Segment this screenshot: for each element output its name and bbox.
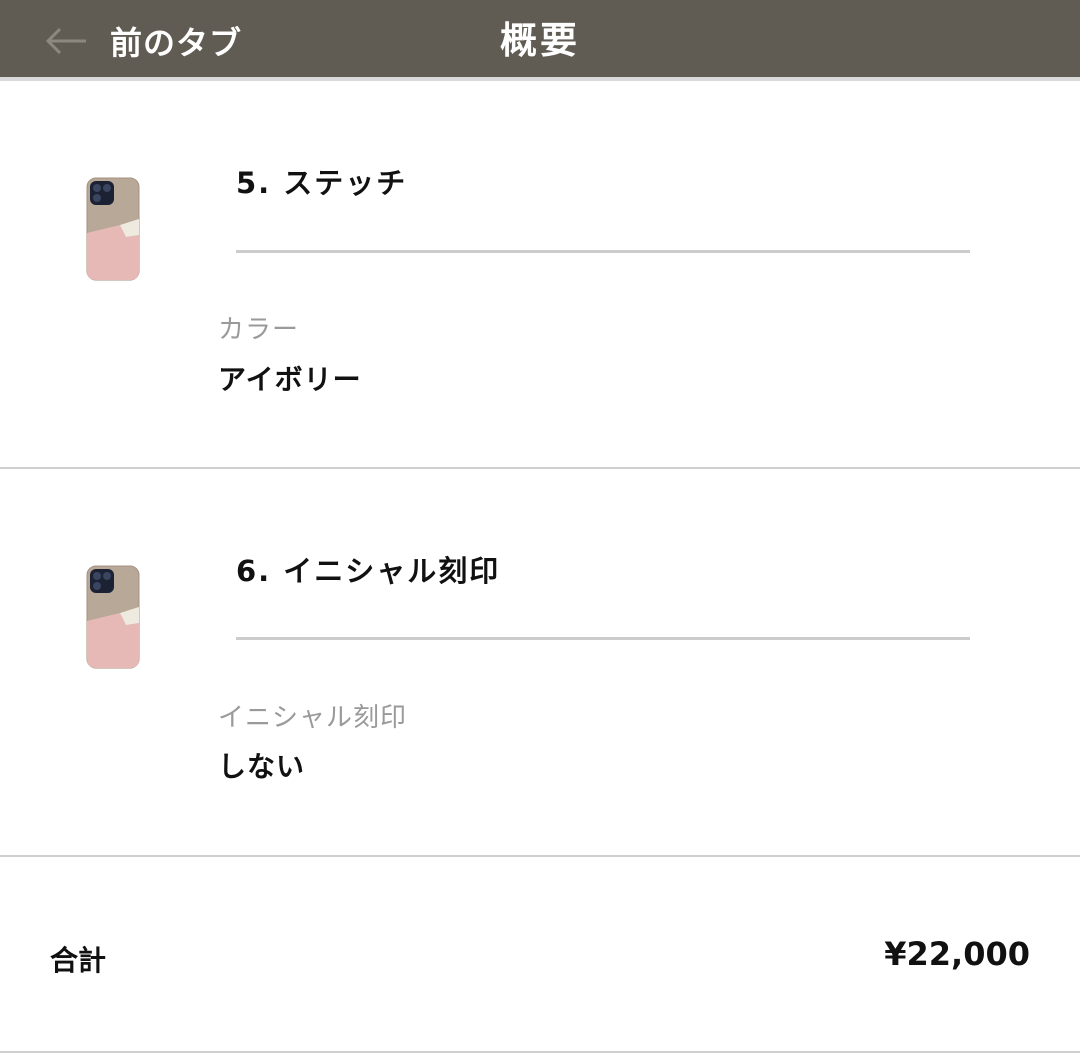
total-label: 合計 — [50, 944, 107, 977]
summary-step-initial-engraving: 6. イニシャル刻印 イニシャル刻印 しない — [0, 469, 1080, 857]
divider — [236, 250, 970, 253]
option-value: アイボリー — [218, 363, 362, 396]
step-title: 6. イニシャル刻印 — [236, 554, 501, 588]
total-row: 合計 ¥22,000 — [0, 857, 1080, 1053]
summary-step-stitch: 5. ステッチ カラー アイボリー — [0, 85, 1080, 469]
top-navigation-bar: 前のタブ 概要 — [0, 0, 1080, 81]
option-value: しない — [218, 750, 306, 783]
phone-case-thumbnail — [86, 177, 140, 281]
option-label: イニシャル刻印 — [218, 703, 408, 733]
page-title: 概要 — [500, 19, 580, 62]
phone-case-thumbnail — [86, 565, 140, 669]
total-price: ¥22,000 — [884, 935, 1030, 973]
step-title: 5. ステッチ — [236, 166, 408, 200]
option-label: カラー — [218, 315, 300, 345]
divider — [236, 637, 970, 640]
